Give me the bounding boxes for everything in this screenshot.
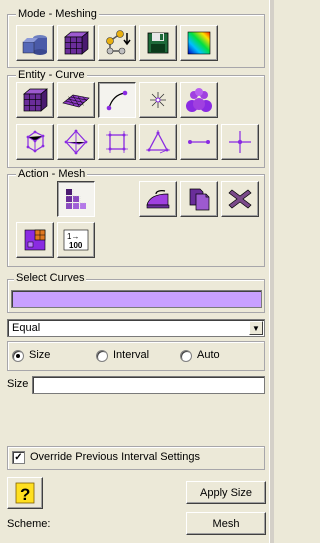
interval-count-text-bottom: 100	[69, 241, 83, 250]
save-disk-icon	[147, 32, 169, 54]
interval-count-icon: 1→ 100	[63, 229, 89, 251]
entity-group-button[interactable]	[180, 82, 218, 118]
quality-colormap-icon	[187, 31, 211, 55]
interval-count-text-top: 1→	[67, 232, 79, 241]
hex-element-icon	[26, 130, 45, 153]
auto-radio-label: Auto	[197, 349, 220, 361]
panel-right-edge	[269, 0, 274, 543]
tet-element-icon	[64, 129, 88, 155]
apply-size-button[interactable]: Apply Size	[186, 481, 266, 504]
smooth-iron-icon	[146, 190, 170, 209]
override-label: Override Previous Interval Settings	[30, 451, 200, 463]
entity-hex-button[interactable]	[16, 124, 54, 160]
svg-text:?: ?	[20, 485, 30, 504]
curve-icon	[106, 90, 128, 111]
save-disk-button[interactable]	[139, 25, 177, 61]
node-export-icon	[106, 30, 131, 55]
size-radio[interactable]	[12, 350, 24, 362]
delete-mesh-button[interactable]	[221, 181, 259, 217]
vertex-icon	[150, 92, 166, 108]
size-field-label: Size	[7, 378, 29, 390]
node-element-icon	[229, 131, 251, 153]
override-checkbox[interactable]: ✓	[12, 451, 25, 464]
entity-tet-button[interactable]	[57, 124, 95, 160]
mesh-grid-icon	[66, 189, 86, 209]
mesh-grid-button[interactable]	[57, 181, 95, 217]
entity-volume-button[interactable]	[16, 82, 54, 118]
refine-mesh-button[interactable]	[16, 222, 54, 258]
mode-group-title: Mode - Meshing	[16, 8, 99, 20]
delete-mesh-icon	[228, 189, 252, 209]
geometry-volume-button[interactable]	[16, 25, 54, 61]
entity-group-title: Entity - Curve	[16, 69, 87, 81]
refine-mesh-icon	[24, 229, 46, 251]
action-group-title: Action - Mesh	[16, 168, 88, 180]
volume-cube-icon	[23, 88, 48, 112]
tri-element-icon	[146, 130, 170, 154]
interval-count-button[interactable]: 1→ 100	[57, 222, 95, 258]
group-icon	[186, 88, 212, 112]
dropdown-selected-value: Equal	[12, 322, 41, 334]
size-radio-label: Size	[29, 349, 51, 361]
select-curves-field[interactable]	[11, 290, 262, 308]
select-curves-title: Select Curves	[14, 272, 87, 284]
copy-mesh-icon	[189, 188, 210, 211]
mesh-button-label: Mesh	[212, 517, 240, 530]
interval-scheme-dropdown[interactable]: Equal ▼	[7, 319, 265, 337]
size-input[interactable]	[32, 376, 265, 394]
help-question-icon: ?	[15, 482, 35, 504]
entity-vertex-button[interactable]	[139, 82, 177, 118]
smooth-mesh-button[interactable]	[139, 181, 177, 217]
entity-edge-button[interactable]	[180, 124, 218, 160]
interval-radio[interactable]	[96, 350, 108, 362]
chevron-down-icon[interactable]: ▼	[249, 321, 263, 335]
mesh-volume-icon	[64, 31, 89, 55]
help-button[interactable]: ?	[7, 477, 43, 509]
entity-quad-button[interactable]	[98, 124, 136, 160]
geometry-volume-icon	[22, 35, 47, 55]
copy-mesh-button[interactable]	[180, 181, 218, 217]
interval-radio-label: Interval	[113, 349, 150, 361]
scheme-label: Scheme:	[7, 518, 51, 530]
node-export-button[interactable]	[98, 25, 136, 61]
mesh-button[interactable]: Mesh	[186, 512, 266, 535]
surface-mesh-icon	[62, 94, 90, 108]
quality-colormap-button[interactable]	[180, 25, 218, 61]
entity-node-button[interactable]	[221, 124, 259, 160]
entity-surface-button[interactable]	[57, 82, 95, 118]
entity-curve-button[interactable]	[98, 82, 136, 118]
mesh-volume-button[interactable]	[57, 25, 95, 61]
entity-tri-button[interactable]	[139, 124, 177, 160]
apply-size-label: Apply Size	[200, 486, 252, 499]
quad-element-icon	[106, 131, 128, 153]
edge-element-icon	[188, 140, 210, 144]
auto-radio[interactable]	[180, 350, 192, 362]
